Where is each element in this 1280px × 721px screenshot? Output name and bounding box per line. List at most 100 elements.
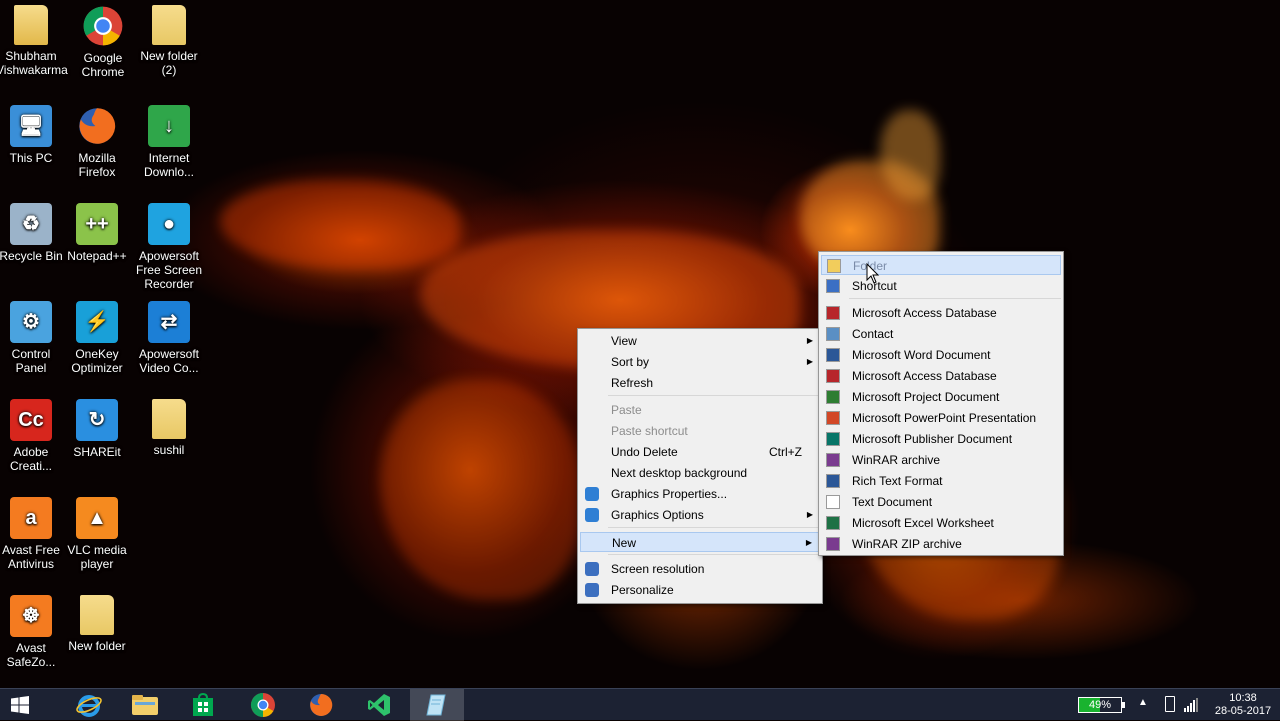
graphics-icon bbox=[585, 508, 599, 522]
desktop-icon-label: Apowersoft Free Screen Recorder bbox=[135, 249, 203, 291]
access-icon bbox=[826, 369, 840, 383]
taskbar-file-explorer[interactable] bbox=[118, 689, 172, 721]
new-item-microsoft-powerpoint-presentation[interactable]: Microsoft PowerPoint Presentation bbox=[821, 408, 1061, 428]
desktop-icon-firefox[interactable]: Mozilla Firefox bbox=[62, 105, 132, 179]
desktop-icon-screen-recorder[interactable]: ● Apowersoft Free Screen Recorder bbox=[134, 203, 204, 291]
new-item-microsoft-project-document[interactable]: Microsoft Project Document bbox=[821, 387, 1061, 407]
desktop-icon-shareit[interactable]: ↻ SHAREit bbox=[62, 399, 132, 459]
menu-item-label: Microsoft Excel Worksheet bbox=[852, 516, 994, 530]
taskbar-firefox[interactable] bbox=[294, 689, 348, 721]
menu-item-paste-shortcut: Paste shortcut bbox=[580, 421, 820, 441]
new-item-microsoft-access-database[interactable]: Microsoft Access Database bbox=[821, 303, 1061, 323]
desktop-icon-label: SHAREit bbox=[73, 445, 121, 459]
desktop-icon-label: Shubham Vishwakarma bbox=[0, 49, 68, 77]
menu-separator bbox=[608, 554, 820, 555]
new-item-text-document[interactable]: Text Document bbox=[821, 492, 1061, 512]
powerpoint-icon bbox=[826, 411, 840, 425]
desktop-icon-recycle-bin[interactable]: ♻ Recycle Bin bbox=[0, 203, 66, 263]
taskbar-notepad[interactable] bbox=[410, 689, 464, 721]
desktop-icon-avast-safezone[interactable]: ☸ Avast SafeZo... bbox=[0, 595, 66, 669]
taskbar: 49% ▲ 10:38 28-05-2017 bbox=[0, 688, 1280, 721]
new-item-contact[interactable]: Contact bbox=[821, 324, 1061, 344]
desktop-icon-chrome[interactable]: Google Chrome bbox=[68, 5, 138, 79]
desktop-icon-idm[interactable]: ↓ Internet Downlo... bbox=[134, 105, 204, 179]
menu-separator bbox=[849, 298, 1061, 299]
new-item-rich-text-format[interactable]: Rich Text Format bbox=[821, 471, 1061, 491]
menu-item-label: Microsoft Access Database bbox=[852, 306, 997, 320]
taskbar-visual-studio[interactable] bbox=[352, 689, 406, 721]
shortcut-icon bbox=[826, 279, 840, 293]
taskbar-chrome[interactable] bbox=[236, 689, 290, 721]
menu-item-new[interactable]: New ▶ bbox=[580, 532, 820, 552]
chrome-icon bbox=[250, 693, 275, 717]
new-item-shortcut[interactable]: Shortcut bbox=[821, 276, 1061, 296]
desktop-icon-adobe-cc[interactable]: Cc Adobe Creati... bbox=[0, 399, 66, 473]
desktop-context-menu: View ▶ Sort by ▶ Refresh Paste Paste shortcut U… bbox=[577, 328, 823, 604]
menu-item-sort-by[interactable]: Sort by ▶ bbox=[580, 352, 820, 372]
menu-item-view[interactable]: View ▶ bbox=[580, 331, 820, 351]
publisher-icon bbox=[826, 432, 840, 446]
start-button[interactable] bbox=[0, 689, 40, 721]
menu-item-personalize[interactable]: Personalize bbox=[580, 580, 820, 600]
desktop-icon-label: Apowersoft Video Co... bbox=[138, 347, 200, 375]
desktop-icon-avast[interactable]: a Avast Free Antivirus bbox=[0, 497, 66, 571]
access-icon bbox=[826, 306, 840, 320]
menu-separator bbox=[608, 527, 820, 528]
desktop-icon-onekey-optimizer[interactable]: ⚡ OneKey Optimizer bbox=[62, 301, 132, 375]
winrar-icon bbox=[826, 453, 840, 467]
taskbar-internet-explorer[interactable] bbox=[62, 689, 116, 721]
desktop-icon-label: Internet Downlo... bbox=[143, 151, 195, 179]
avast-icon: a bbox=[10, 497, 52, 539]
show-hidden-icons-button[interactable]: ▲ bbox=[1138, 697, 1148, 708]
new-item-microsoft-word-document[interactable]: Microsoft Word Document bbox=[821, 345, 1061, 365]
computer-icon: 🖥 bbox=[10, 105, 52, 147]
taskbar-store[interactable] bbox=[176, 689, 230, 721]
menu-item-label: Rich Text Format bbox=[852, 474, 943, 488]
new-item-microsoft-excel-worksheet[interactable]: Microsoft Excel Worksheet bbox=[821, 513, 1061, 533]
clock[interactable]: 10:38 28-05-2017 bbox=[1210, 692, 1276, 718]
battery-indicator[interactable]: 49% bbox=[1078, 697, 1122, 713]
vlc-icon: ▲ bbox=[76, 497, 118, 539]
desktop-icon-vlc[interactable]: ▲ VLC media player bbox=[62, 497, 132, 571]
desktop-icon-computer[interactable]: 🖥 This PC bbox=[0, 105, 66, 165]
desktop-icon-folder[interactable]: New folder bbox=[62, 595, 132, 653]
menu-item-label: Microsoft PowerPoint Presentation bbox=[852, 411, 1037, 425]
desktop-icon-control-panel[interactable]: ⚙ Control Panel bbox=[0, 301, 66, 375]
desktop-icon-folder[interactable]: sushil bbox=[134, 399, 204, 457]
menu-item-label: Paste bbox=[611, 403, 642, 417]
onekey-optimizer-icon: ⚡ bbox=[76, 301, 118, 343]
menu-item-refresh[interactable]: Refresh bbox=[580, 373, 820, 393]
clock-time: 10:38 bbox=[1229, 692, 1257, 704]
desktop-icon-label: Avast Free Antivirus bbox=[2, 543, 60, 571]
text-doc-icon bbox=[826, 495, 840, 509]
file-explorer-icon bbox=[132, 695, 158, 715]
desktop-icon-user-folder[interactable]: Shubham Vishwakarma bbox=[0, 5, 68, 77]
menu-item-graphics-options[interactable]: Graphics Options ▶ bbox=[580, 505, 820, 525]
folder-icon bbox=[152, 399, 186, 439]
display-icon bbox=[585, 562, 599, 576]
store-icon bbox=[193, 693, 213, 716]
desktop-icon-label: New folder bbox=[68, 639, 126, 653]
chrome-icon bbox=[82, 5, 124, 47]
desktop-icon-folder[interactable]: New folder (2) bbox=[134, 5, 204, 77]
video-converter-icon: ⇄ bbox=[148, 301, 190, 343]
new-item-microsoft-access-database[interactable]: Microsoft Access Database bbox=[821, 366, 1061, 386]
menu-item-undo-delete[interactable]: Undo Delete Ctrl+Z bbox=[580, 442, 820, 462]
new-item-winrar-zip-archive[interactable]: WinRAR ZIP archive bbox=[821, 534, 1061, 554]
menu-item-shortcut: Ctrl+Z bbox=[769, 445, 802, 459]
control-panel-icon: ⚙ bbox=[10, 301, 52, 343]
desktop-icon-label: Control Panel bbox=[11, 347, 51, 375]
new-item-microsoft-publisher-document[interactable]: Microsoft Publisher Document bbox=[821, 429, 1061, 449]
folder-icon bbox=[152, 5, 186, 45]
excel-icon bbox=[826, 516, 840, 530]
menu-item-screen-resolution[interactable]: Screen resolution bbox=[580, 559, 820, 579]
power-icon[interactable] bbox=[1165, 696, 1175, 712]
menu-item-graphics-properties[interactable]: Graphics Properties... bbox=[580, 484, 820, 504]
menu-separator bbox=[608, 395, 820, 396]
menu-item-next-desktop-background[interactable]: Next desktop background bbox=[580, 463, 820, 483]
new-item-folder[interactable]: Folder bbox=[821, 255, 1061, 275]
desktop-icon-notepad-plus[interactable]: ++ Notepad++ bbox=[62, 203, 132, 263]
network-signal-icon[interactable] bbox=[1184, 698, 1198, 712]
new-item-winrar-archive[interactable]: WinRAR archive bbox=[821, 450, 1061, 470]
desktop-icon-video-converter[interactable]: ⇄ Apowersoft Video Co... bbox=[134, 301, 204, 375]
